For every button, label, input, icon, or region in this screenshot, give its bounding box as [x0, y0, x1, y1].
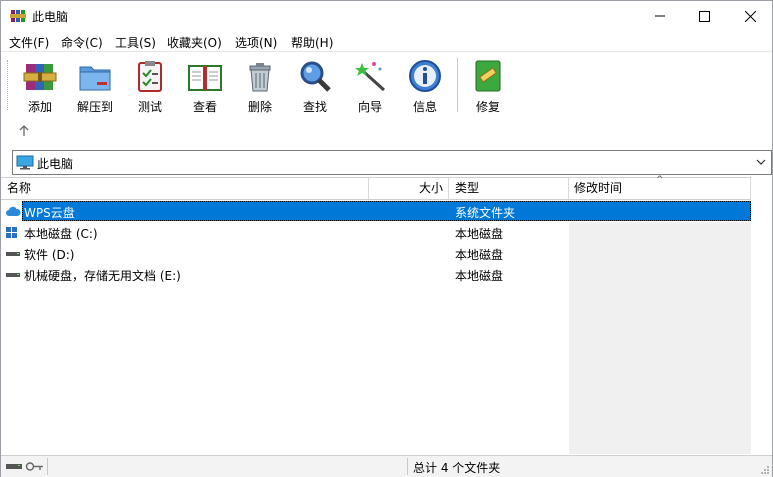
drive-icon — [6, 273, 20, 277]
item-name: WPS云盘 — [24, 206, 75, 220]
test-button[interactable]: 测试 — [125, 56, 175, 116]
title-bar: 此电脑 — [1, 1, 772, 31]
column-divider[interactable] — [750, 178, 751, 199]
sort-caret-icon: ^ — [656, 175, 664, 185]
list-item[interactable]: 本地磁盘 (C:) 本地磁盘 — [1, 222, 751, 243]
item-name: 机械硬盘，存储无用文档 (E:) — [24, 269, 181, 283]
extract-folder-icon — [79, 66, 111, 91]
close-icon — [744, 10, 756, 22]
wizard-button[interactable]: 向导 — [345, 56, 395, 116]
close-button[interactable] — [727, 1, 773, 31]
drive-icon — [6, 252, 20, 256]
toolbar: 添加 解压到 测试 查看 删除 查找 向导 信息 修复 — [1, 51, 772, 120]
find-label: 查找 — [302, 100, 327, 114]
status-divider — [407, 458, 408, 475]
test-label: 测试 — [137, 100, 162, 114]
item-name: 软件 (D:) — [24, 248, 75, 262]
menu-favorites[interactable]: 收藏夹(O) — [167, 34, 222, 51]
status-divider — [47, 458, 48, 475]
toolbar-grip — [7, 60, 11, 110]
test-checklist-icon — [138, 61, 162, 92]
item-name: 本地磁盘 (C:) — [24, 227, 98, 241]
column-divider[interactable] — [448, 178, 449, 199]
item-type: 本地磁盘 — [455, 227, 504, 241]
resize-grip-icon[interactable] — [760, 465, 770, 475]
column-type[interactable]: 类型 — [455, 178, 479, 199]
selection-highlight — [22, 201, 751, 221]
add-button[interactable]: 添加 — [15, 56, 65, 116]
list-header: 名称 大小 类型 修改时间 ^ — [1, 175, 751, 200]
add-archive-icon — [23, 64, 57, 90]
info-icon — [409, 60, 441, 92]
extract-button[interactable]: 解压到 — [70, 56, 120, 116]
menu-tools[interactable]: 工具(S) — [115, 34, 156, 51]
status-summary: 总计 4 个文件夹 — [413, 461, 501, 475]
view-label: 查看 — [192, 100, 217, 114]
info-button[interactable]: 信息 — [400, 56, 450, 116]
find-button[interactable]: 查找 — [290, 56, 340, 116]
menu-commands[interactable]: 命令(C) — [61, 34, 103, 51]
repair-button[interactable]: 修复 — [463, 56, 513, 116]
delete-button[interactable]: 删除 — [235, 56, 285, 116]
repair-kit-icon — [475, 60, 501, 92]
minimize-icon — [655, 15, 665, 17]
view-button[interactable]: 查看 — [180, 56, 230, 116]
item-type: 系统文件夹 — [455, 206, 516, 220]
list-item[interactable]: WPS云盘 系统文件夹 — [1, 201, 751, 222]
column-divider[interactable] — [368, 178, 369, 199]
maximize-icon — [698, 10, 710, 22]
up-folder-icon[interactable] — [16, 123, 32, 139]
menu-options[interactable]: 选项(N) — [235, 34, 277, 51]
delete-label: 删除 — [247, 100, 272, 114]
info-label: 信息 — [412, 100, 437, 114]
drive-key-status-icon[interactable] — [6, 461, 44, 472]
address-path: 此电脑 — [37, 157, 74, 171]
wizard-label: 向导 — [357, 100, 382, 114]
status-bar: 总计 4 个文件夹 — [1, 455, 772, 477]
column-name[interactable]: 名称 — [7, 178, 31, 199]
winrar-app-icon — [10, 10, 26, 22]
this-pc-icon — [16, 155, 34, 170]
add-label: 添加 — [27, 100, 52, 114]
winrar-window: 此电脑 文件(F) 命令(C) 工具(S) 收藏夹(O) 选项(N) 帮助(H) — [0, 0, 773, 477]
trash-can-icon — [249, 63, 271, 92]
column-divider[interactable] — [568, 178, 569, 199]
item-type: 本地磁盘 — [455, 269, 504, 283]
minimize-button[interactable] — [637, 1, 683, 31]
repair-label: 修复 — [475, 100, 500, 114]
toolbar-separator — [457, 58, 458, 112]
window-title: 此电脑 — [32, 10, 69, 24]
magnifier-icon — [300, 61, 331, 92]
menu-help[interactable]: 帮助(H) — [291, 34, 333, 51]
address-bar[interactable]: 此电脑 — [12, 150, 772, 175]
column-size[interactable]: 大小 — [419, 178, 443, 199]
list-item[interactable]: 机械硬盘，存储无用文档 (E:) 本地磁盘 — [1, 264, 751, 285]
maximize-button[interactable] — [681, 1, 727, 31]
column-modified[interactable]: 修改时间 — [574, 178, 622, 199]
view-book-icon — [188, 65, 222, 91]
item-type: 本地磁盘 — [455, 248, 504, 262]
menu-bar: 文件(F) 命令(C) 工具(S) 收藏夹(O) 选项(N) 帮助(H) — [1, 31, 772, 51]
menu-file[interactable]: 文件(F) — [9, 34, 49, 51]
windows-drive-icon — [6, 227, 17, 238]
chevron-down-icon[interactable] — [755, 156, 767, 168]
magic-wand-icon — [355, 62, 386, 92]
cloud-icon — [6, 206, 21, 216]
list-item[interactable]: 软件 (D:) 本地磁盘 — [1, 243, 751, 264]
extract-label: 解压到 — [76, 100, 113, 114]
